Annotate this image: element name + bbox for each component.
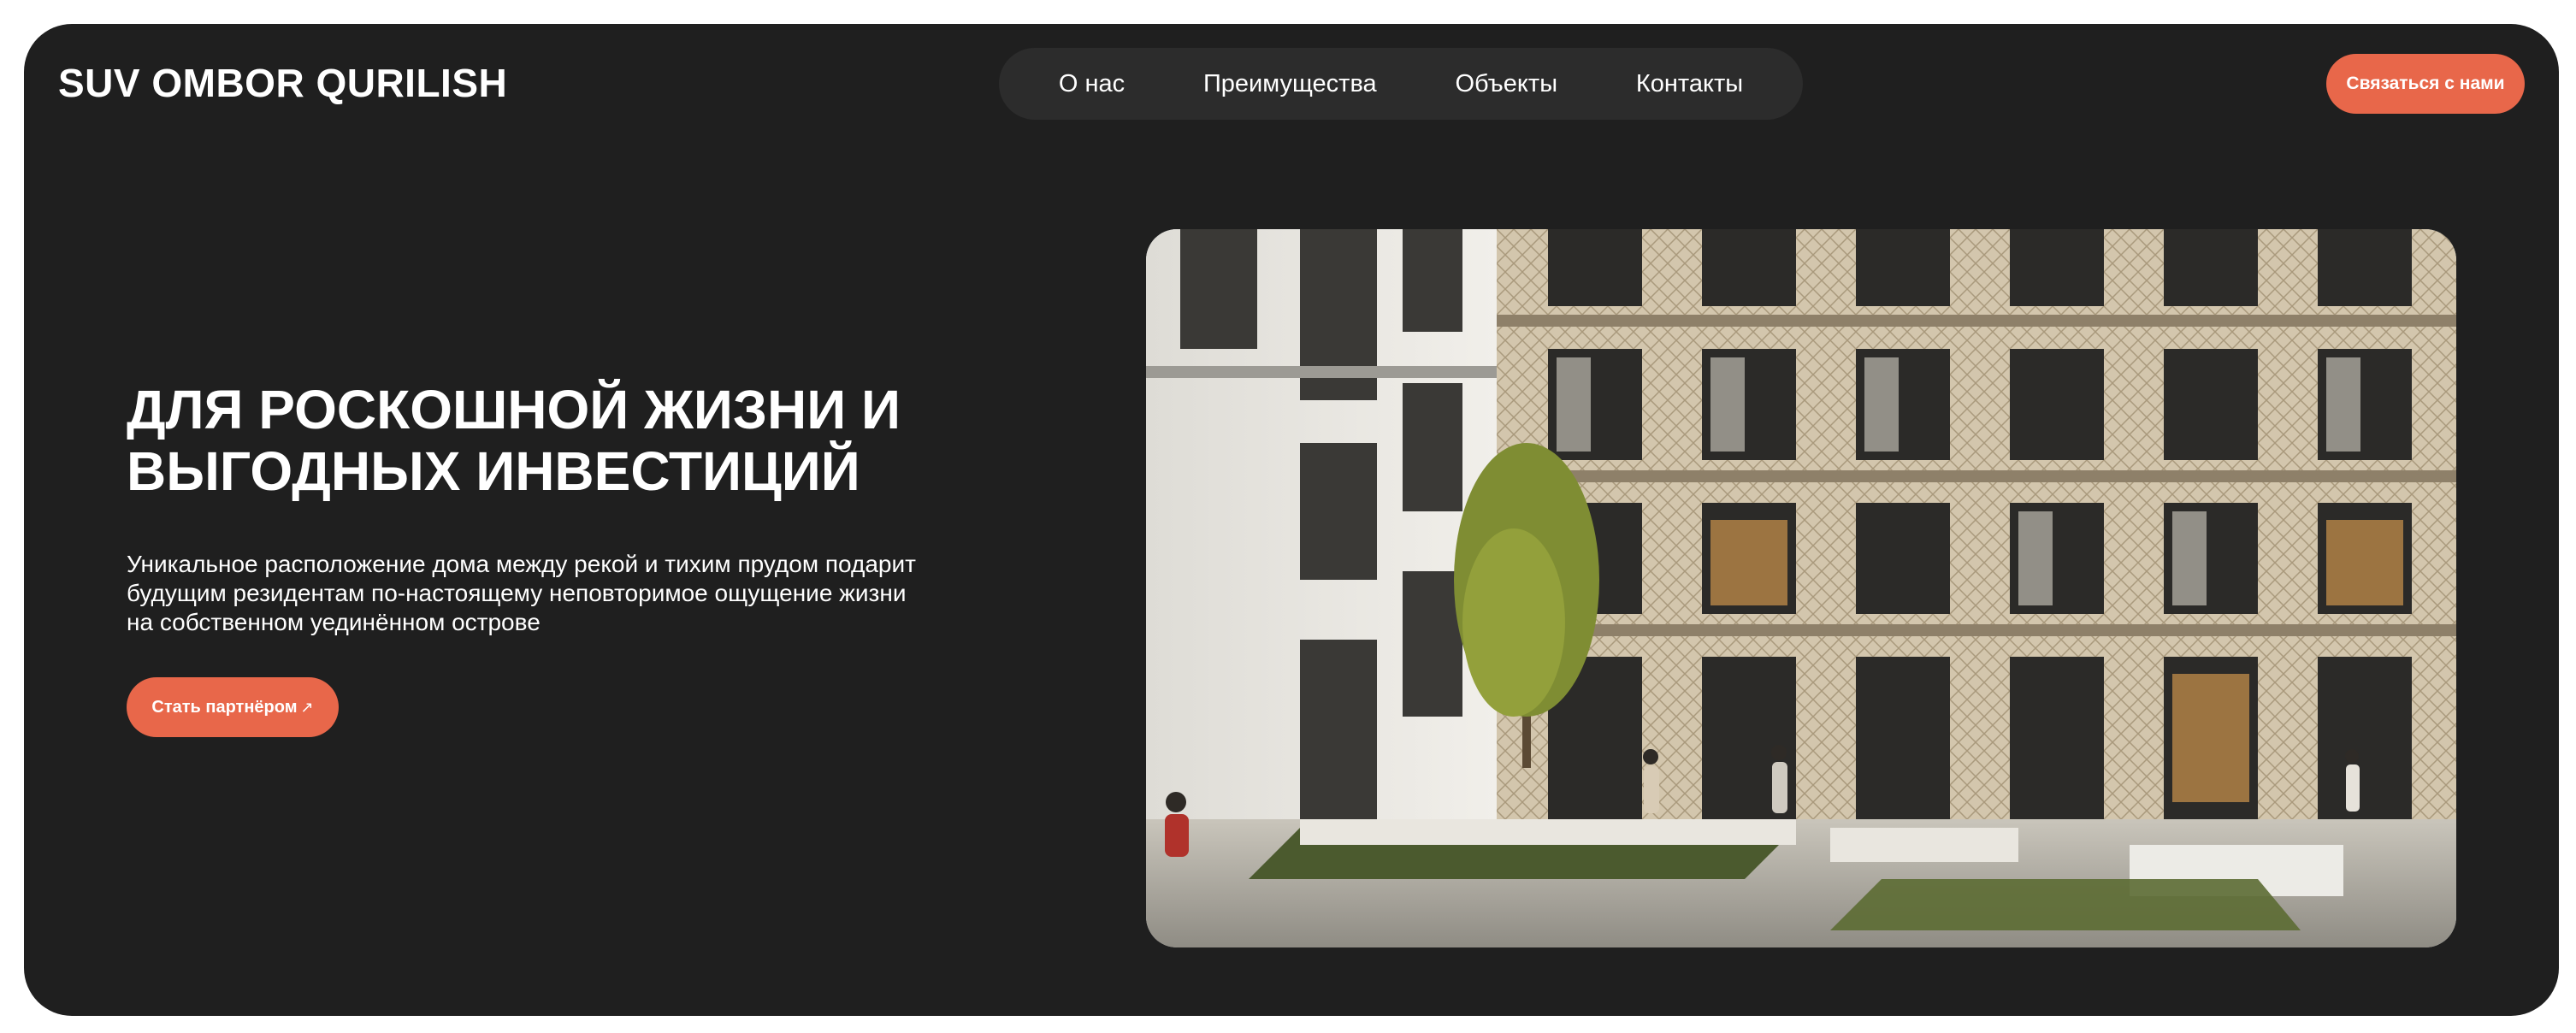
nav-item-about[interactable]: О нас <box>1059 70 1125 98</box>
hero-description-line: на собственном уединённом острове <box>127 609 541 635</box>
hero-description-line: Уникальное расположение дома между рекой… <box>127 551 916 577</box>
become-partner-label: Стать партнёром <box>151 697 298 717</box>
hero-description: Уникальное расположение дома между рекой… <box>127 550 948 637</box>
become-partner-button[interactable]: Стать партнёром ↗ <box>127 677 339 737</box>
hero-description-line: будущим резидентам по-настоящему неповто… <box>127 580 907 606</box>
nav-item-advantages[interactable]: Преимущества <box>1203 70 1377 98</box>
hero-section: SUV OMBOR QURILISH О нас Преимущества Об… <box>24 24 2559 1016</box>
nav-item-contacts[interactable]: Контакты <box>1636 70 1743 98</box>
hero-title: ДЛЯ РОСКОШНОЙ ЖИЗНИ И ВЫГОДНЫХ ИНВЕСТИЦИ… <box>127 379 1067 502</box>
arrow-up-right-icon: ↗ <box>300 698 314 716</box>
hero-title-line: ВЫГОДНЫХ ИНВЕСТИЦИЙ <box>127 440 860 502</box>
hero-title-line: ДЛЯ РОСКОШНОЙ ЖИЗНИ И <box>127 379 901 440</box>
site-logo[interactable]: SUV OMBOR QURILISH <box>58 60 507 106</box>
building-facade-image <box>1146 229 2456 947</box>
contact-us-button[interactable]: Связаться с нами <box>2326 54 2525 114</box>
main-nav: О нас Преимущества Объекты Контакты <box>999 48 1803 120</box>
nav-item-objects[interactable]: Объекты <box>1455 70 1557 98</box>
